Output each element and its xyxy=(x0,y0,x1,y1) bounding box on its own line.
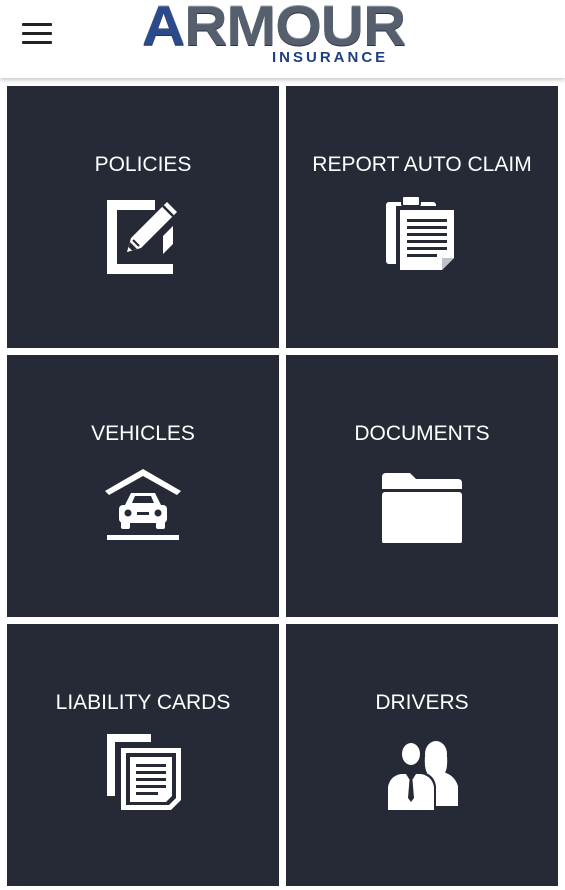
hamburger-menu-icon[interactable] xyxy=(18,18,56,50)
folder-icon xyxy=(382,461,462,543)
tile-drivers[interactable]: DRIVERS xyxy=(286,624,558,886)
car-garage-icon xyxy=(103,461,183,543)
tile-label-liability-cards: LIABILITY CARDS xyxy=(55,691,231,714)
tile-label-documents: DOCUMENTS xyxy=(354,422,490,445)
edit-document-icon xyxy=(103,192,183,274)
tile-label-vehicles: VEHICLES xyxy=(91,422,195,445)
tile-vehicles[interactable]: VEHICLES xyxy=(7,355,279,617)
app-header: ARMOUR INSURANCE xyxy=(0,0,565,78)
tile-label-drivers: DRIVERS xyxy=(375,691,469,714)
tile-label-report-auto-claim: REPORT AUTO CLAIM xyxy=(312,153,532,176)
menu-grid: POLICIES REPORT AUTO CLAIM VEHICLES DOCU… xyxy=(0,78,565,890)
logo-subtitle: INSURANCE xyxy=(272,49,389,66)
tile-documents[interactable]: DOCUMENTS xyxy=(286,355,558,617)
clipboard-icon xyxy=(382,192,462,274)
tile-policies[interactable]: POLICIES xyxy=(7,86,279,348)
tile-liability-cards[interactable]: LIABILITY CARDS xyxy=(7,624,279,886)
copy-documents-icon xyxy=(103,730,183,812)
people-icon xyxy=(382,730,462,812)
armour-insurance-logo: ARMOUR INSURANCE xyxy=(142,0,424,70)
tile-report-auto-claim[interactable]: REPORT AUTO CLAIM xyxy=(286,86,558,348)
tile-label-policies: POLICIES xyxy=(94,153,192,176)
